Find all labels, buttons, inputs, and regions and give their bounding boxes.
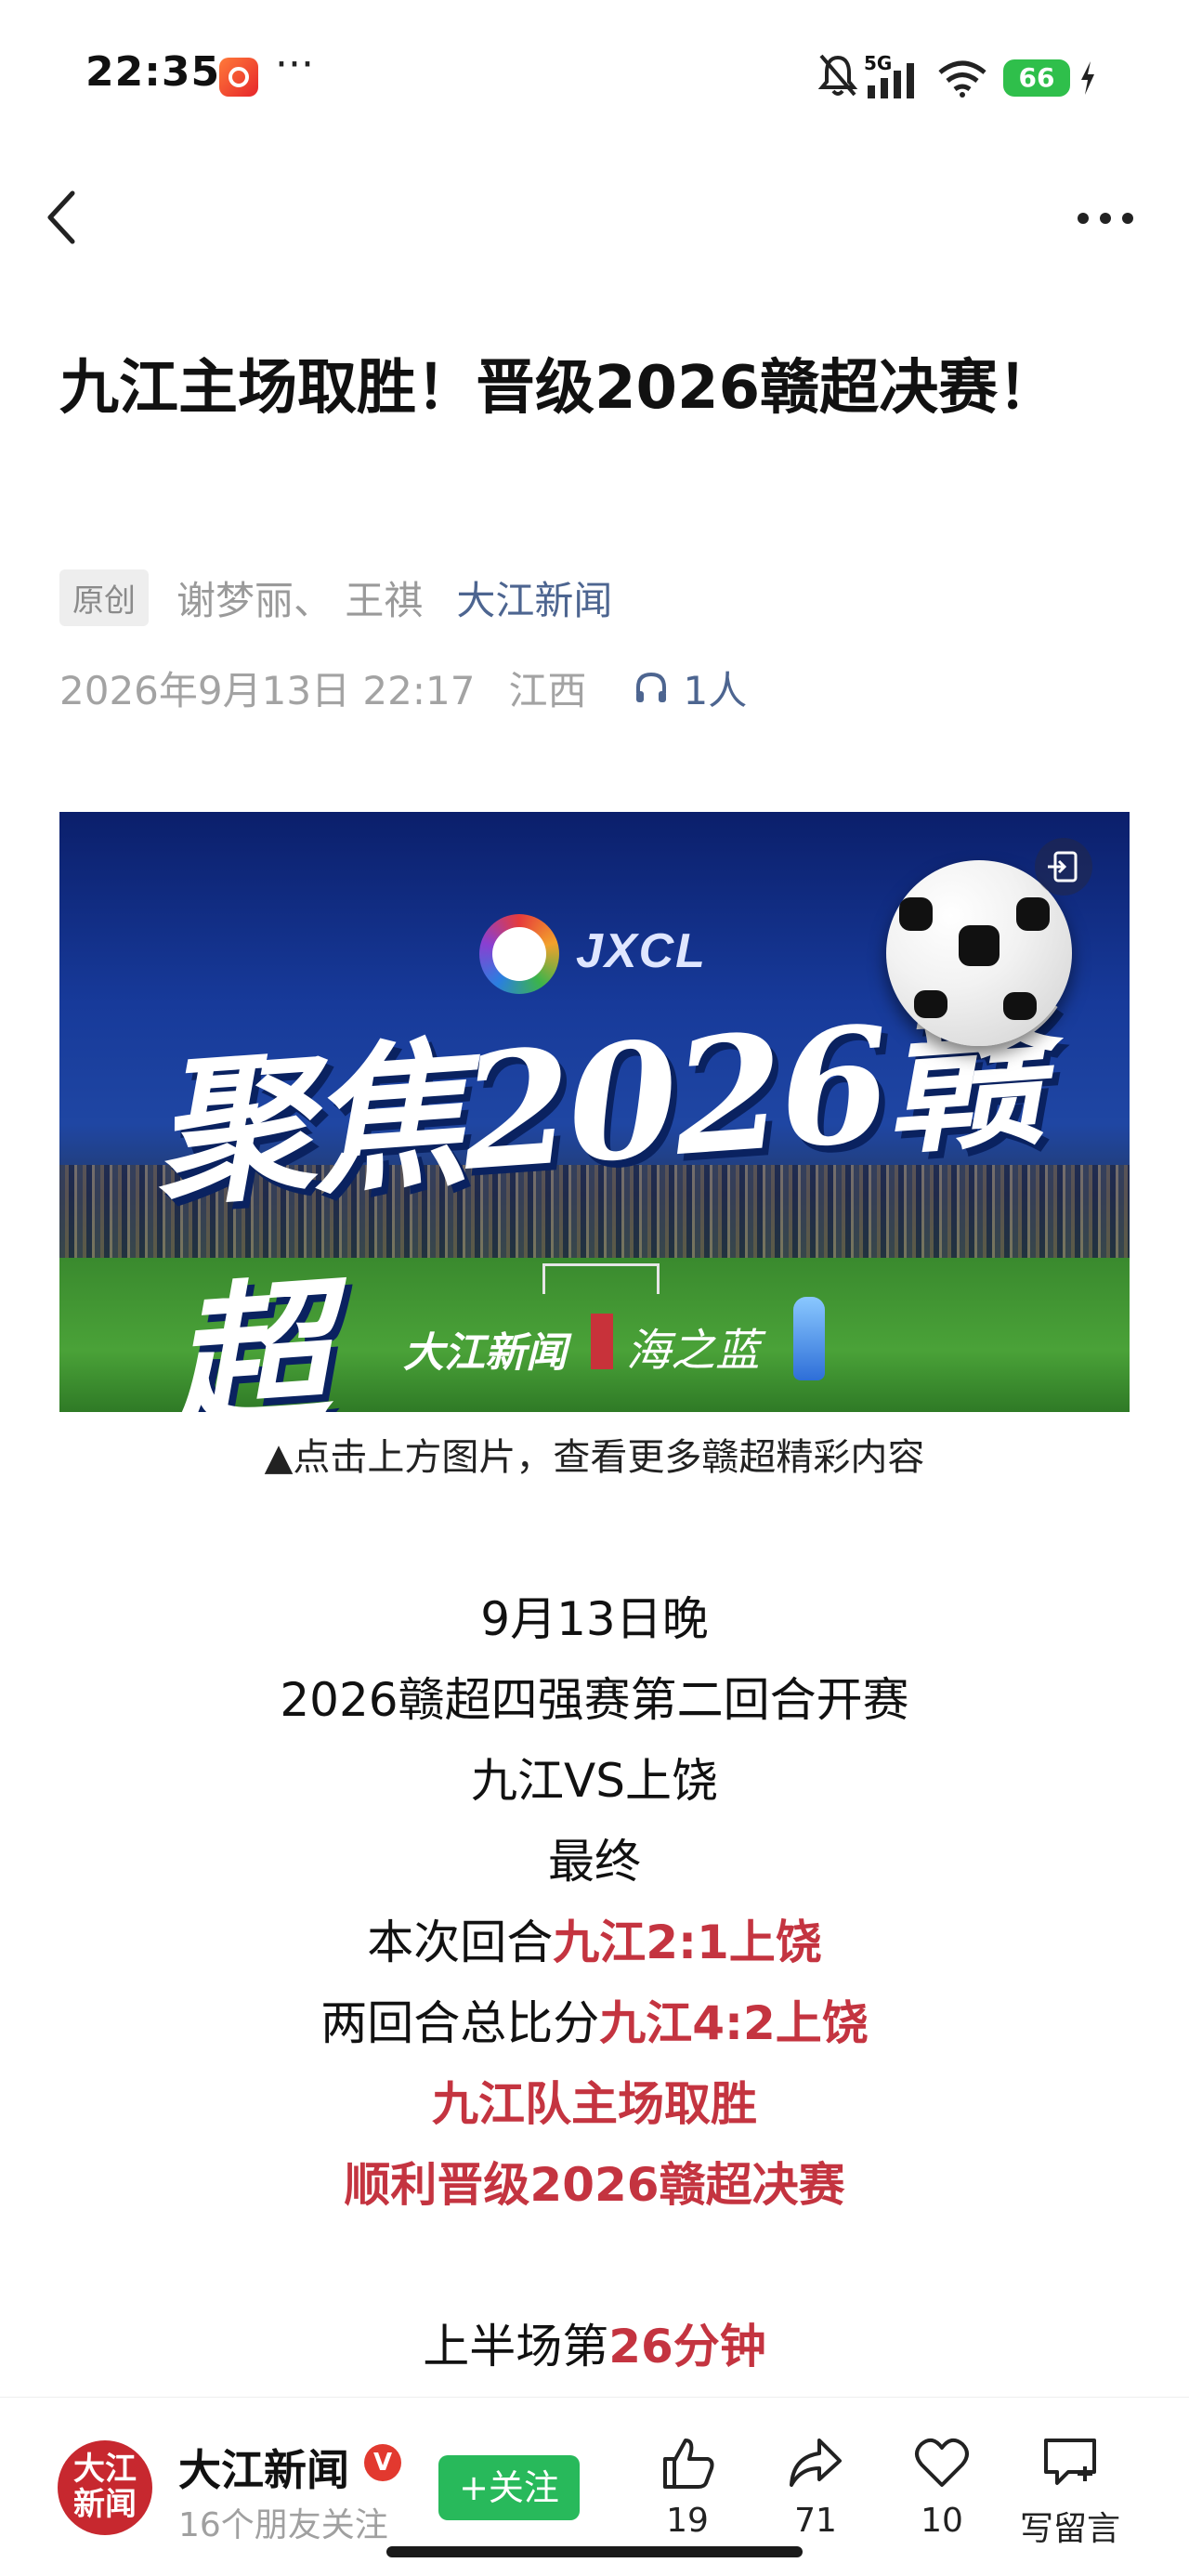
share-count: 71 (794, 2502, 837, 2540)
article-meta-secondary: 2026年9月13日 22:17 江西 1人 (59, 658, 747, 717)
like-button[interactable]: 19 (632, 2433, 743, 2540)
body-line-first-half: 上半场第26分钟 (0, 2307, 1189, 2387)
avatar-text: 大江 (73, 2451, 137, 2488)
article-authors: 谢梦丽、 王祺 (176, 577, 424, 623)
avatar-text: 新闻 (73, 2486, 137, 2523)
body-line: 2026赣超四强赛第二回合开赛 (280, 1673, 909, 1727)
body-line-score-total: 两回合总比分九江4:2上饶 (0, 1983, 1189, 2064)
favorite-count: 10 (921, 2502, 963, 2540)
body-line: 最终 (548, 1835, 641, 1889)
follow-button[interactable]: +关注 (438, 2455, 580, 2520)
body-line-score-round: 本次回合九江2:1上饶 (0, 1903, 1189, 1983)
original-badge: 原创 (59, 569, 149, 626)
body-text: 两回合总比分 (320, 1996, 600, 2050)
status-bar: 22:35 ··· 5G 66 (0, 0, 1189, 158)
highlight-text: 九江队主场取胜 (432, 2077, 757, 2131)
like-count: 19 (666, 2502, 709, 2540)
body-line-highlight: 顺利晋级2026赣超决赛 (0, 2145, 1189, 2226)
body-line: 九江VS上饶 (471, 1754, 718, 1808)
body-text: 本次回合 (367, 1916, 554, 1969)
body-line-highlight: 九江队主场取胜 (0, 2064, 1189, 2145)
listener-count: 1人 (683, 667, 748, 713)
source-link[interactable]: 大江新闻 (456, 569, 612, 626)
bottle-icon (793, 1297, 825, 1380)
favorite-button[interactable]: 10 (886, 2433, 998, 2540)
comment-button[interactable]: 写留言 (1014, 2433, 1126, 2550)
comment-label: 写留言 (1019, 2510, 1120, 2548)
headphones-icon (636, 672, 667, 702)
signal-icon (868, 63, 914, 98)
image-caption: ▲点击上方图片，查看更多赣超精彩内容 (264, 1436, 925, 1479)
publisher-avatar[interactable]: 大江 新闻 (58, 2440, 152, 2535)
article-title: 九江主场取胜！晋级2026赣超决赛！ (59, 354, 1058, 423)
open-link-icon[interactable] (1035, 838, 1092, 896)
bottom-action-bar: 大江 新闻 大江新闻 V 16个朋友关注 +关注 19 71 10 写留言 (0, 2397, 1189, 2576)
share-arrow-icon (790, 2439, 842, 2487)
wifi-icon (938, 60, 986, 98)
share-button[interactable]: 71 (760, 2433, 871, 2540)
heart-icon (915, 2438, 969, 2487)
publisher-name[interactable]: 大江新闻 (178, 2437, 349, 2498)
banner-brand-haizhilan: 海之蓝 (626, 1325, 761, 1377)
score-round: 九江2:1上饶 (553, 1916, 822, 1969)
listen-button[interactable]: 1人 (633, 660, 747, 716)
article-meta: 原创 谢梦丽、 王祺 大江新闻 (59, 567, 612, 628)
article-body: 9月13日晚 2026赣超四强赛第二回合开赛 九江VS上饶 最终 本次回合九江2… (0, 1579, 1189, 2387)
verified-icon: V (364, 2444, 401, 2481)
mute-bell-icon (817, 54, 858, 97)
app-notification-icon (219, 58, 258, 97)
status-more-icon: ··· (275, 41, 314, 88)
publish-datetime: 2026年9月13日 22:17 (59, 667, 476, 713)
thumbs-up-icon (663, 2439, 714, 2489)
back-arrow-icon[interactable] (37, 186, 89, 249)
friends-following: 16个朋友关注 (178, 2506, 388, 2544)
top-nav-bar (0, 158, 1189, 269)
status-time: 22:35 (85, 48, 221, 96)
minute-highlight: 26分钟 (608, 2320, 766, 2373)
brand-seal-icon (591, 1314, 613, 1369)
home-indicator[interactable] (386, 2546, 803, 2557)
score-total: 九江4:2上饶 (599, 1996, 869, 2050)
comment-icon (1044, 2439, 1096, 2485)
body-text: 上半场第 (423, 2320, 609, 2373)
publish-region: 江西 (508, 667, 587, 713)
more-options-icon[interactable] (1068, 195, 1143, 242)
body-line: 9月13日晚 (480, 1592, 709, 1646)
highlight-text: 顺利晋级2026赣超决赛 (344, 2158, 845, 2212)
battery-level: 66 (1003, 59, 1070, 97)
banner-brand-dajiang: 大江新闻 (403, 1329, 567, 1377)
charging-icon (1081, 61, 1094, 95)
banner-image[interactable]: JXCL 聚焦2026赣超 大江新闻 海之蓝 (59, 812, 1130, 1412)
